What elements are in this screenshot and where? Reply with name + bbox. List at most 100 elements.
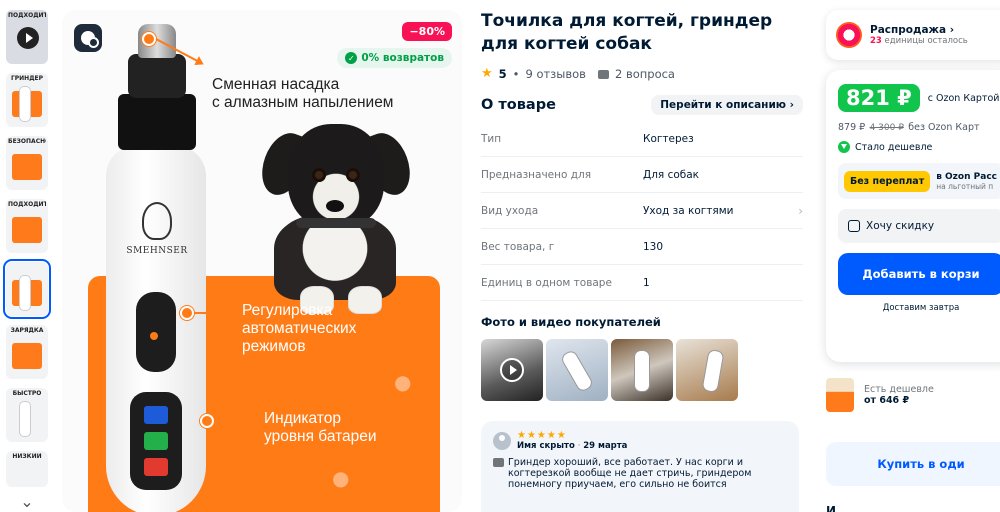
thumbnail-strip: ПОДХОДИТ ГРИНДЕР БЕЗОПАСНО ПОДХОДИТ ЗАРЯ… (3, 10, 51, 511)
thumbnail-caption: ЗАРЯДКА (10, 327, 44, 334)
thumbnail-image-active[interactable] (3, 259, 51, 319)
callout-arrow (194, 308, 236, 318)
battery-bar-blue (144, 406, 168, 424)
spec-key: Вес товара, г (481, 240, 555, 253)
cheaper-offer-text: Есть дешевле от 646 ₽ (864, 384, 934, 406)
search-face (81, 31, 99, 48)
cheaper-offer-price: от 646 ₽ (864, 395, 910, 406)
installment-offer[interactable]: Без переплат в Ozon Расс на льготный п (838, 163, 1000, 199)
callout-arrow (214, 416, 258, 426)
buy-one-click-button[interactable]: Купить в оди (826, 442, 1000, 486)
rating-row[interactable]: ★ 5 • 9 отзывов 2 вопроса (481, 66, 803, 81)
thumbnail-graphic (12, 343, 42, 369)
go-to-description-label: Перейти к описанию (660, 99, 787, 111)
photo-device (635, 351, 649, 391)
want-discount-label: Хочу скидку (866, 220, 935, 232)
cheaper-offer[interactable]: Есть дешевле от 646 ₽ (826, 378, 1000, 412)
spec-row[interactable]: Вид ухода Уход за когтями › (481, 193, 803, 229)
puppy-eye (346, 168, 360, 182)
battery-indicator (130, 392, 182, 490)
sale-banner[interactable]: Распродажа › 23 единицы осталось (826, 10, 1000, 60)
mode-switch (136, 292, 176, 372)
regular-price-row: 879 ₽ 4 300 ₽ без Ozon Карт (838, 118, 1000, 133)
review-meta-block: ★★★★★ Имя скрыто · 29 марта (517, 430, 627, 452)
product-page: ПОДХОДИТ ГРИНДЕР БЕЗОПАСНО ПОДХОДИТ ЗАРЯ… (0, 0, 1000, 512)
price-drop-note: Стало дешевле (838, 141, 1000, 153)
photo-device (702, 350, 724, 392)
price-card: 821 ₽ с Ozon Картой 879 ₽ 4 300 ₽ без Oz… (826, 70, 1000, 362)
thumbnail-image[interactable]: ГРИНДЕР (6, 73, 48, 127)
spec-row: Предназначено для Для собак (481, 157, 803, 193)
regular-price: 879 ₽ (838, 122, 866, 133)
thumbnail-image[interactable]: ЗАРЯДКА (6, 325, 48, 379)
old-price: 4 300 ₽ (869, 123, 904, 133)
paw-print-icon: ● (332, 466, 350, 490)
thumbnail-image[interactable]: БЫСТРО (6, 388, 48, 442)
puppy-head (288, 124, 384, 228)
spec-value: Для собак (643, 168, 700, 181)
chevron-right-icon: › (949, 24, 955, 36)
grinder-device: SMEHNSER (92, 24, 220, 512)
callout-nozzle: Сменная насадка с алмазным напылением (212, 76, 394, 111)
thumbnail-image[interactable]: БЕЗОПАСНО (6, 136, 48, 190)
thumbnail-caption: НИЗКИЙ (12, 453, 42, 460)
no-overpay-badge: Без переплат (844, 170, 931, 192)
delivery-label: Доставим завтра (882, 303, 960, 313)
customer-photo-thumb[interactable] (546, 339, 608, 401)
price-drop-label: Стало дешевле (855, 141, 933, 153)
review-card[interactable]: ★★★★★ Имя скрыто · 29 марта Гриндер хоро… (481, 421, 799, 512)
sale-sub: единицы осталось (881, 36, 968, 46)
sale-title-row: Распродажа › (870, 24, 968, 36)
thumbnail-video[interactable]: ПОДХОДИТ (6, 10, 48, 64)
review-text: Гриндер хороший, все работает. У нас кор… (508, 457, 752, 490)
questions-count[interactable]: 2 вопроса (615, 67, 675, 81)
product-main-image[interactable]: SMEHNSER Сменная насадка с алмазным напы… (62, 10, 462, 512)
want-discount-button[interactable]: Хочу скидку (838, 209, 1000, 243)
review-stars: ★★★★★ (517, 430, 567, 441)
dog-logo-icon (142, 202, 172, 240)
customer-photo-thumb[interactable] (611, 339, 673, 401)
image-search-icon[interactable] (74, 24, 102, 52)
thumbnail-image[interactable]: ПОДХОДИТ (6, 199, 48, 253)
review-meta: Имя скрыто · 29 марта (517, 441, 627, 451)
go-to-description-button[interactable]: Перейти к описанию › (651, 95, 803, 115)
thumbnail-device (20, 276, 30, 310)
spec-value: Уход за когтями (643, 204, 734, 217)
cheaper-offer-image (826, 378, 854, 412)
thumbnail-image[interactable]: НИЗКИЙ (6, 451, 48, 487)
check-icon: ✓ (345, 52, 358, 64)
question-icon (597, 70, 609, 79)
play-icon (17, 27, 39, 49)
puppy-collar (296, 218, 376, 228)
star-icon: ★ (481, 66, 493, 81)
puppy-illustration (240, 118, 430, 314)
spec-value: 1 (643, 276, 650, 289)
about-title: О товаре (481, 97, 556, 113)
ozon-card-price: 821 ₽ (838, 84, 920, 112)
spec-key: Единиц в одном товаре (481, 276, 612, 289)
spec-key: Вид ухода (481, 204, 539, 217)
add-to-cart-button[interactable]: Добавить в корзи (838, 253, 1000, 295)
grinder-neck (128, 54, 186, 98)
product-info: Точилка для когтей, гриндер для когтей с… (481, 10, 803, 512)
sale-subtitle: 23 единицы осталось (870, 36, 968, 46)
sale-title: Распродажа (870, 24, 947, 36)
customer-video-thumb[interactable] (481, 339, 543, 401)
no-card-label: без Ozon Карт (908, 122, 980, 133)
review-date: 29 марта (583, 441, 628, 451)
callout-dot (180, 306, 194, 320)
chevron-down-icon[interactable]: ⌄ (6, 492, 48, 511)
arrow-down-icon (838, 141, 850, 153)
reviews-count[interactable]: 9 отзывов (525, 67, 586, 81)
battery-bar-green (144, 432, 168, 450)
review-author: Имя скрыто (517, 441, 575, 451)
thumbnail-caption: БЕЗОПАСНО (8, 138, 46, 145)
brand-label: SMEHNSER (126, 246, 188, 256)
customer-photo-thumb[interactable] (676, 339, 738, 401)
about-header: О товаре Перейти к описанию › (481, 95, 803, 115)
callout-dot (200, 414, 214, 428)
returns-badge: ✓ 0% возвратов (337, 48, 452, 68)
thumbnail-device (20, 87, 30, 121)
led-indicator (150, 332, 158, 340)
puppy-nose (326, 200, 344, 212)
